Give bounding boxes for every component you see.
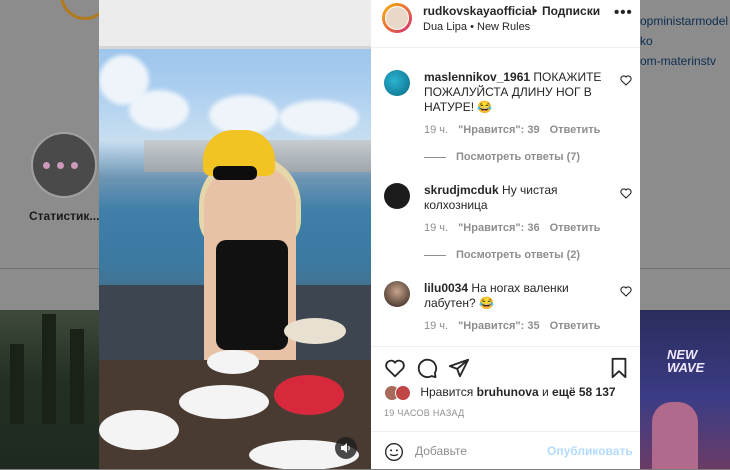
likes-summary: Нравится bruhunova и ещё 58 137 bbox=[384, 385, 616, 401]
add-comment-bar: Опубликовать bbox=[371, 431, 640, 470]
speaker-icon bbox=[341, 443, 350, 453]
audio-label[interactable]: Dua Lipa • New Rules bbox=[423, 21, 530, 33]
liker-username[interactable]: bruhunova bbox=[477, 385, 539, 399]
new-wave-text: NEW WAVE bbox=[667, 347, 705, 375]
commenter-avatar[interactable] bbox=[384, 183, 410, 209]
view-replies-button[interactable]: Посмотреть ответы (7) bbox=[424, 151, 580, 163]
highlight-avatar[interactable] bbox=[31, 132, 97, 198]
comment-time[interactable]: 19 ч. bbox=[424, 222, 448, 234]
heart-icon[interactable] bbox=[620, 286, 632, 300]
grid-tile-left[interactable] bbox=[0, 310, 99, 469]
comment-likes[interactable]: "Нравится": 35 bbox=[458, 320, 539, 332]
post-panel: rudkovskayaofficial • Подписки Dua Lipa … bbox=[371, 0, 640, 469]
likes-count[interactable]: ещё 58 137 bbox=[552, 385, 616, 399]
publish-button[interactable]: Опубликовать bbox=[547, 444, 633, 458]
post-timestamp[interactable]: 19 ЧАСОВ НАЗАД bbox=[384, 408, 465, 418]
bg-text-1: opministarmodel bbox=[640, 14, 729, 28]
likes-prefix: Нравится bbox=[420, 385, 474, 400]
comment-bubble-icon[interactable] bbox=[416, 357, 438, 379]
comment-username[interactable]: skrudjmcduk bbox=[424, 183, 499, 197]
heart-icon[interactable] bbox=[620, 75, 632, 89]
comment-username[interactable]: maslennikov_1961 bbox=[424, 70, 530, 84]
separator-dot: • bbox=[533, 4, 538, 18]
likes-conj: и bbox=[541, 385, 549, 400]
share-icon[interactable] bbox=[448, 357, 470, 379]
more-options-icon[interactable]: ••• bbox=[614, 4, 633, 21]
liker-avatar[interactable] bbox=[395, 385, 411, 401]
author-avatar[interactable] bbox=[382, 3, 412, 33]
author-username[interactable]: rudkovskayaofficial bbox=[423, 4, 535, 18]
highlight-label[interactable]: Статистик... bbox=[29, 209, 99, 223]
comment-likes[interactable]: "Нравится": 39 bbox=[458, 124, 539, 136]
view-replies-label: Посмотреть ответы (2) bbox=[456, 249, 581, 261]
comment-input[interactable] bbox=[415, 440, 565, 462]
post-photo[interactable] bbox=[99, 0, 371, 469]
reply-button[interactable]: Ответить bbox=[550, 222, 601, 234]
comment-time[interactable]: 19 ч. bbox=[424, 320, 448, 332]
view-replies-button[interactable]: Посмотреть ответы (2) bbox=[424, 249, 580, 261]
commenter-avatar[interactable] bbox=[384, 281, 410, 307]
comment-time[interactable]: 19 ч. bbox=[424, 124, 448, 136]
emoji-icon[interactable] bbox=[384, 442, 404, 462]
reply-button[interactable]: Ответить bbox=[550, 124, 601, 136]
commenter-avatar[interactable] bbox=[384, 70, 410, 96]
comment-likes[interactable]: "Нравится": 36 bbox=[458, 222, 539, 234]
mute-button[interactable] bbox=[335, 437, 357, 459]
view-replies-label: Посмотреть ответы (7) bbox=[456, 151, 581, 163]
following-button[interactable]: Подписки bbox=[542, 4, 600, 18]
comment-username[interactable]: lilu0034 bbox=[424, 281, 468, 295]
bookmark-icon[interactable] bbox=[608, 357, 630, 379]
grid-tile-right[interactable]: NEW WAVE bbox=[640, 310, 730, 469]
reply-button[interactable]: Ответить bbox=[550, 320, 601, 332]
like-heart-icon[interactable] bbox=[384, 357, 406, 379]
post-header: rudkovskayaofficial • Подписки Dua Lipa … bbox=[371, 0, 640, 48]
bg-text-3: om-materinstv bbox=[640, 54, 717, 68]
action-bar bbox=[371, 346, 640, 387]
heart-icon[interactable] bbox=[620, 188, 632, 202]
bg-text-2: ko bbox=[640, 34, 653, 48]
